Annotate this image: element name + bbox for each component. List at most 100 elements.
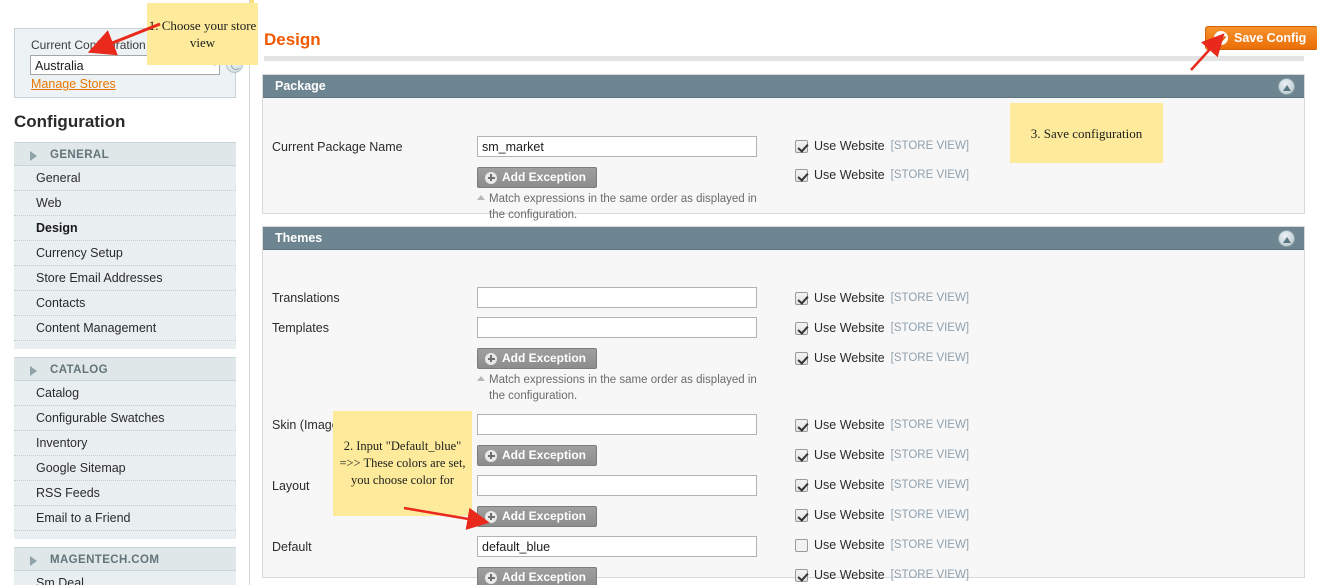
scope-row: Use Website [STORE VIEW] — [795, 418, 969, 432]
sidebar-item-google-sitemap[interactable]: Google Sitemap — [14, 456, 236, 481]
sidebar-item-inventory[interactable]: Inventory — [14, 431, 236, 456]
use-website-checkbox[interactable] — [795, 168, 808, 182]
use-website-checkbox[interactable] — [795, 291, 808, 305]
add-exception-label: Add Exception — [502, 351, 587, 365]
use-website-checkbox[interactable] — [795, 568, 808, 582]
nav-items: General Web Design Currency Setup Store Emai… — [14, 166, 236, 349]
scope-row: Use Website [STORE VIEW] — [795, 448, 969, 462]
sidebar-item-content-management[interactable]: Content Management — [14, 316, 236, 341]
panel-themes-title: Themes — [275, 231, 323, 245]
store-view-tag: [STORE VIEW] — [890, 352, 970, 364]
sidebar-item-catalog[interactable]: Catalog — [14, 381, 236, 406]
config-nav: GENERAL General Web Design Currency Setup Sto… — [14, 142, 236, 585]
scope-row: Use Website [STORE VIEW] — [795, 568, 969, 582]
nav-items: Sm Deal — [14, 571, 236, 585]
store-view-tag: [STORE VIEW] — [890, 169, 970, 181]
triangle-right-icon — [30, 151, 37, 161]
sidebar-item-web[interactable]: Web — [14, 191, 236, 216]
magento-design-config-page: Current Configuration Scope: Australia M… — [0, 0, 1317, 585]
scope-row: Use Website [STORE VIEW] — [795, 291, 969, 305]
sidebar-item-general[interactable]: General — [14, 166, 236, 191]
package-hint: Match expressions in the same order as d… — [477, 191, 767, 223]
field-label-default: Default — [272, 540, 312, 554]
add-exception-button[interactable]: Add Exception — [477, 348, 598, 369]
templates-input[interactable] — [477, 317, 757, 338]
nav-group-header[interactable]: CATALOG — [14, 357, 236, 381]
sidebar-item-configurable-swatches[interactable]: Configurable Swatches — [14, 406, 236, 431]
plus-circle-icon — [485, 171, 497, 184]
use-website-label: Use Website — [814, 351, 885, 365]
sidebar-item-contacts[interactable]: Contacts — [14, 291, 236, 316]
save-config-button[interactable]: Save Config — [1205, 26, 1317, 50]
use-website-label: Use Website — [814, 568, 885, 582]
store-view-tag: [STORE VIEW] — [890, 569, 970, 581]
nav-group-header[interactable]: MAGENTECH.COM — [14, 547, 236, 571]
scope-row: Use Website [STORE VIEW] — [795, 538, 969, 552]
current-package-name-input[interactable] — [477, 136, 757, 157]
themes-hint-text: Match expressions in the same order as d… — [489, 374, 757, 402]
add-exception-button[interactable]: Add Exception — [477, 445, 598, 466]
triangle-right-icon — [30, 366, 37, 376]
use-website-label: Use Website — [814, 291, 885, 305]
store-view-tag: [STORE VIEW] — [890, 509, 970, 521]
default-theme-input[interactable] — [477, 536, 757, 557]
skin-input[interactable] — [477, 414, 757, 435]
collapse-up-icon[interactable] — [1278, 230, 1295, 247]
use-website-label: Use Website — [814, 139, 885, 153]
plus-circle-icon — [485, 352, 497, 365]
sidebar-item-currency-setup[interactable]: Currency Setup — [14, 241, 236, 266]
use-website-checkbox[interactable] — [795, 139, 808, 153]
use-website-label: Use Website — [814, 448, 885, 462]
scope-row: Use Website [STORE VIEW] — [795, 168, 969, 182]
store-view-tag: [STORE VIEW] — [890, 292, 970, 304]
nav-spacer — [14, 531, 236, 539]
field-label-templates: Templates — [272, 321, 329, 335]
store-view-tag: [STORE VIEW] — [890, 449, 970, 461]
save-config-label: Save Config — [1234, 31, 1307, 45]
triangle-right-icon — [30, 556, 37, 566]
layout-input[interactable] — [477, 475, 757, 496]
sidebar-item-store-email-addresses[interactable]: Store Email Addresses — [14, 266, 236, 291]
add-exception-button[interactable]: Add Exception — [477, 567, 598, 585]
use-website-checkbox[interactable] — [795, 418, 808, 432]
nav-group-label: MAGENTECH.COM — [50, 554, 160, 566]
sidebar-item-email-to-a-friend[interactable]: Email to a Friend — [14, 506, 236, 531]
manage-stores-link[interactable]: Manage Stores — [31, 77, 116, 91]
add-exception-button[interactable]: Add Exception — [477, 506, 598, 527]
add-exception-label: Add Exception — [502, 570, 587, 584]
package-hint-text: Match expressions in the same order as d… — [489, 193, 757, 221]
store-view-tag: [STORE VIEW] — [890, 140, 970, 152]
sidebar-item-rss-feeds[interactable]: RSS Feeds — [14, 481, 236, 506]
nav-group-label: GENERAL — [50, 149, 110, 161]
triangle-up-icon — [477, 376, 485, 381]
left-sidebar: Current Configuration Scope: Australia M… — [0, 0, 250, 585]
annotation-callout-3: 3. Save configuration — [1010, 103, 1163, 163]
use-website-checkbox[interactable] — [795, 448, 808, 462]
collapse-up-icon[interactable] — [1278, 78, 1295, 95]
scope-row: Use Website [STORE VIEW] — [795, 508, 969, 522]
use-website-checkbox[interactable] — [795, 321, 808, 335]
use-website-label: Use Website — [814, 168, 885, 182]
use-website-checkbox[interactable] — [795, 508, 808, 522]
annotation-callout-2: 2. Input "Default_blue" =>> These colors… — [333, 411, 472, 516]
page-title: Design — [264, 30, 321, 49]
use-website-label: Use Website — [814, 321, 885, 335]
store-view-tag: [STORE VIEW] — [890, 419, 970, 431]
add-exception-button[interactable]: Add Exception — [477, 167, 598, 188]
store-view-tag: [STORE VIEW] — [890, 322, 970, 334]
panel-themes-header[interactable]: Themes — [263, 227, 1304, 250]
use-website-checkbox[interactable] — [795, 538, 808, 552]
add-exception-label: Add Exception — [502, 448, 587, 462]
sidebar-item-sm-deal[interactable]: Sm Deal — [14, 571, 236, 585]
add-exception-label: Add Exception — [502, 509, 587, 523]
sidebar-item-design[interactable]: Design — [14, 216, 236, 241]
use-website-checkbox[interactable] — [795, 478, 808, 492]
translations-input[interactable] — [477, 287, 757, 308]
panel-package-header[interactable]: Package — [263, 75, 1304, 98]
plus-circle-icon — [485, 510, 497, 523]
use-website-checkbox[interactable] — [795, 351, 808, 365]
field-label-translations: Translations — [272, 291, 340, 305]
nav-group-header[interactable]: GENERAL — [14, 142, 236, 166]
annotation-callout-1: 1. Choose your store view — [147, 3, 258, 65]
panel-themes: Themes Translations Templates Add Except… — [262, 226, 1305, 585]
